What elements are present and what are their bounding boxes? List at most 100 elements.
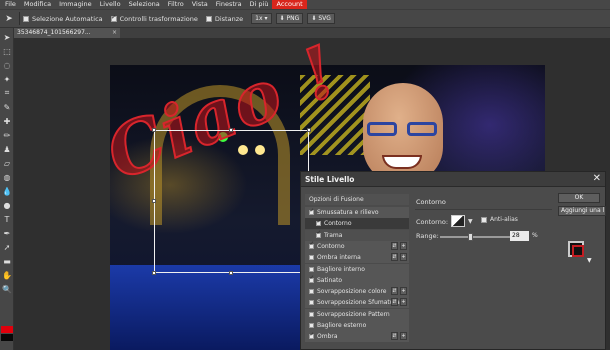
effect-item[interactable]: Trama xyxy=(305,229,409,241)
menu-vista[interactable]: Vista xyxy=(188,0,212,9)
foreground-color-swatch[interactable] xyxy=(1,326,13,333)
effect-item[interactable]: Ombra interna ⇵ + xyxy=(305,252,409,264)
transform-handle[interactable] xyxy=(152,271,156,275)
range-slider[interactable] xyxy=(440,236,510,238)
eyedropper-icon[interactable]: ✎ xyxy=(1,101,13,113)
effect-item[interactable]: Sovrapposizione colore ⇵ + xyxy=(305,286,409,298)
transform-handle[interactable] xyxy=(152,128,156,132)
effect-checkbox[interactable] xyxy=(316,219,321,227)
effect-checkbox[interactable] xyxy=(309,300,314,306)
transform-handle[interactable] xyxy=(229,271,233,275)
hand-icon[interactable]: ✋ xyxy=(1,269,13,281)
zoom-select[interactable]: 1x ▾ xyxy=(251,13,272,24)
dodge-icon[interactable]: ● xyxy=(1,199,13,211)
distances-checkbox[interactable]: Distanze xyxy=(205,15,243,23)
reorder-icon[interactable]: ⇵ xyxy=(391,241,398,250)
contour-preview[interactable] xyxy=(451,215,465,227)
effect-checkbox[interactable] xyxy=(309,323,314,328)
effect-item[interactable]: Sovrapposizione Pattern xyxy=(305,308,409,320)
reorder-icon[interactable]: ⇵ xyxy=(391,253,398,262)
menu-modifica[interactable]: Modifica xyxy=(20,0,55,9)
export-png-button[interactable]: ⬇ PNG xyxy=(275,13,304,24)
move-tool-icon[interactable]: ➤ xyxy=(2,12,16,26)
effect-item[interactable]: Smussatura e rilievo xyxy=(305,207,409,218)
add-style-button[interactable]: Aggiungi una l xyxy=(558,206,606,216)
close-icon[interactable]: × xyxy=(112,28,117,38)
type-icon[interactable]: T xyxy=(1,213,13,225)
lasso-icon[interactable]: ◌ xyxy=(1,59,13,71)
menu-filtro[interactable]: Filtro xyxy=(164,0,188,9)
marquee-icon[interactable]: ⬚ xyxy=(1,45,13,57)
transform-handle[interactable] xyxy=(229,128,233,132)
effect-checkbox[interactable] xyxy=(309,241,314,249)
style-preview-thumbnail[interactable] xyxy=(568,241,584,257)
transform-handle[interactable] xyxy=(307,128,311,132)
fill-icon[interactable]: ◍ xyxy=(1,171,13,183)
chevron-down-icon[interactable]: ▼ xyxy=(587,257,592,264)
ok-button[interactable]: OK xyxy=(558,193,600,203)
add-effect-icon[interactable]: + xyxy=(400,241,407,250)
tools-panel: ➤ ⬚ ◌ ✦ ⌗ ✎ ✚ ✏ ♟ ▱ ◍ 💧 ● T ✒ ➚ ▬ ✋ 🔍 xyxy=(0,28,14,350)
menu-immagine[interactable]: Immagine xyxy=(55,0,96,9)
range-input[interactable]: 28 xyxy=(510,231,529,241)
eraser-icon[interactable]: ▱ xyxy=(1,157,13,169)
range-slider-handle[interactable] xyxy=(467,233,473,241)
add-effect-icon[interactable]: + xyxy=(400,332,407,341)
pen-icon[interactable]: ✒ xyxy=(1,227,13,239)
effect-checkbox[interactable] xyxy=(309,275,314,283)
transform-controls-checkbox[interactable]: Controlli trasformazione xyxy=(110,14,198,23)
effect-item[interactable]: Satinato xyxy=(305,274,409,286)
reorder-icon[interactable]: ⇵ xyxy=(391,298,398,307)
brush-icon[interactable]: ✏ xyxy=(1,129,13,141)
effect-item[interactable]: Contorno xyxy=(305,218,409,230)
effect-item[interactable]: Contorno ⇵+ xyxy=(305,240,409,252)
transform-handle[interactable] xyxy=(152,199,156,203)
path-select-icon[interactable]: ➚ xyxy=(1,241,13,253)
reorder-icon[interactable]: ⇵ xyxy=(391,287,398,296)
blur-icon[interactable]: 💧 xyxy=(1,185,13,197)
add-effect-icon[interactable]: + xyxy=(400,287,407,296)
effect-checkbox[interactable] xyxy=(309,289,314,295)
blending-options-item[interactable]: Opzioni di Fusione xyxy=(305,194,409,205)
effect-item[interactable]: Bagliore interno xyxy=(305,263,409,275)
export-svg-button[interactable]: ⬇ SVG xyxy=(307,13,335,24)
transform-box[interactable] xyxy=(152,128,311,275)
effect-checkbox[interactable] xyxy=(309,208,314,215)
effect-item[interactable]: Bagliore esterno xyxy=(305,320,409,331)
menu-finestra[interactable]: Finestra xyxy=(212,0,246,9)
menu-account[interactable]: Account xyxy=(272,0,307,9)
menu-file[interactable]: File xyxy=(0,0,20,9)
magic-wand-icon[interactable]: ✦ xyxy=(1,73,13,85)
reorder-icon[interactable]: ⇵ xyxy=(391,332,398,341)
png-label: PNG xyxy=(286,15,300,22)
healing-icon[interactable]: ✚ xyxy=(1,115,13,127)
effect-checkbox[interactable] xyxy=(316,230,321,238)
background-color-swatch[interactable] xyxy=(1,334,13,341)
effect-item[interactable]: Sovrapposizione Sfumatura ⇵ + xyxy=(305,297,409,309)
auto-select-label: Selezione Automatica xyxy=(32,14,103,23)
chevron-down-icon[interactable]: ▼ xyxy=(468,218,473,225)
anti-alias-checkbox[interactable]: Anti-alias xyxy=(481,216,518,223)
close-icon[interactable]: ✕ xyxy=(593,173,601,184)
document-tab[interactable]: 35346874_101566297... × xyxy=(14,28,120,38)
crop-icon[interactable]: ⌗ xyxy=(1,87,13,99)
clone-stamp-icon[interactable]: ♟ xyxy=(1,143,13,155)
effect-item[interactable]: Ombra ⇵+ xyxy=(305,331,409,343)
shape-icon[interactable]: ▬ xyxy=(1,255,13,267)
add-effect-icon[interactable]: + xyxy=(400,253,407,262)
dialog-titlebar[interactable]: Stile Livello ✕ xyxy=(301,172,605,187)
effect-checkbox[interactable] xyxy=(309,311,314,317)
effect-label: Contorno xyxy=(324,220,352,228)
menu-seleziona[interactable]: Seleziona xyxy=(125,0,164,9)
menu-livello[interactable]: Livello xyxy=(96,0,125,9)
zoom-icon[interactable]: 🔍 xyxy=(1,283,13,295)
effect-checkbox[interactable] xyxy=(309,266,314,272)
person-glasses xyxy=(367,122,439,136)
move-icon[interactable]: ➤ xyxy=(1,31,13,43)
menu-di-piu[interactable]: Di più xyxy=(246,0,273,9)
add-effect-icon[interactable]: + xyxy=(400,298,407,307)
effect-checkbox[interactable] xyxy=(309,255,314,261)
auto-select-checkbox[interactable]: Selezione Automatica xyxy=(23,15,103,23)
effect-checkbox[interactable] xyxy=(309,332,314,340)
checkbox-box xyxy=(110,14,117,22)
